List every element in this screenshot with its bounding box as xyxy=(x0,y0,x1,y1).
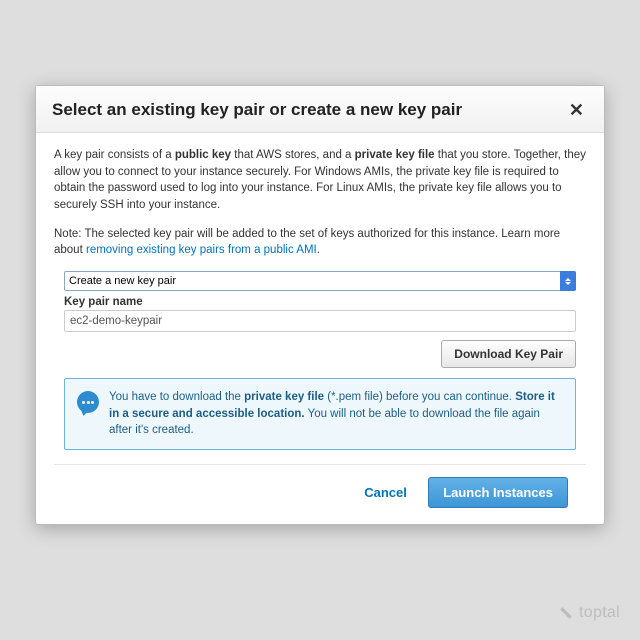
description-paragraph-2: Note: The selected key pair will be adde… xyxy=(54,226,586,259)
key-pair-form: Create a new key pair Key pair name Down… xyxy=(54,271,586,368)
key-pair-name-label: Key pair name xyxy=(64,296,576,308)
key-pair-modal: Select an existing key pair or create a … xyxy=(35,85,605,525)
toptal-logo-icon xyxy=(559,606,573,620)
key-pair-name-input[interactable] xyxy=(64,310,576,332)
modal-body: A key pair consists of a public key that… xyxy=(36,133,604,450)
key-pair-action-select-wrap: Create a new key pair xyxy=(64,271,576,291)
modal-title: Select an existing key pair or create a … xyxy=(52,100,462,120)
watermark: toptal xyxy=(559,604,620,622)
text-bold: public key xyxy=(175,149,231,161)
key-pair-action-select[interactable]: Create a new key pair xyxy=(64,271,576,291)
text-bold: private key file xyxy=(355,149,435,161)
modal-footer: Cancel Launch Instances xyxy=(54,464,586,524)
download-key-pair-button[interactable]: Download Key Pair xyxy=(441,340,576,368)
modal-header: Select an existing key pair or create a … xyxy=(36,86,604,133)
info-text: You have to download the private key fil… xyxy=(109,389,563,439)
launch-instances-button[interactable]: Launch Instances xyxy=(428,477,568,508)
text: (*.pem file) before you can continue. xyxy=(324,391,515,403)
close-icon[interactable]: ✕ xyxy=(565,101,588,119)
description-paragraph-1: A key pair consists of a public key that… xyxy=(54,147,586,214)
text-bold: private key file xyxy=(244,391,324,403)
download-row: Download Key Pair xyxy=(64,340,576,368)
text: A key pair consists of a xyxy=(54,149,175,161)
info-callout: You have to download the private key fil… xyxy=(64,378,576,450)
cancel-button[interactable]: Cancel xyxy=(364,485,407,500)
text: that AWS stores, and a xyxy=(231,149,355,161)
text: You have to download the xyxy=(109,391,244,403)
remove-keypairs-link[interactable]: removing existing key pairs from a publi… xyxy=(86,244,317,256)
watermark-text: toptal xyxy=(579,604,620,622)
text: . xyxy=(317,244,320,256)
chat-bubble-icon xyxy=(77,391,99,413)
